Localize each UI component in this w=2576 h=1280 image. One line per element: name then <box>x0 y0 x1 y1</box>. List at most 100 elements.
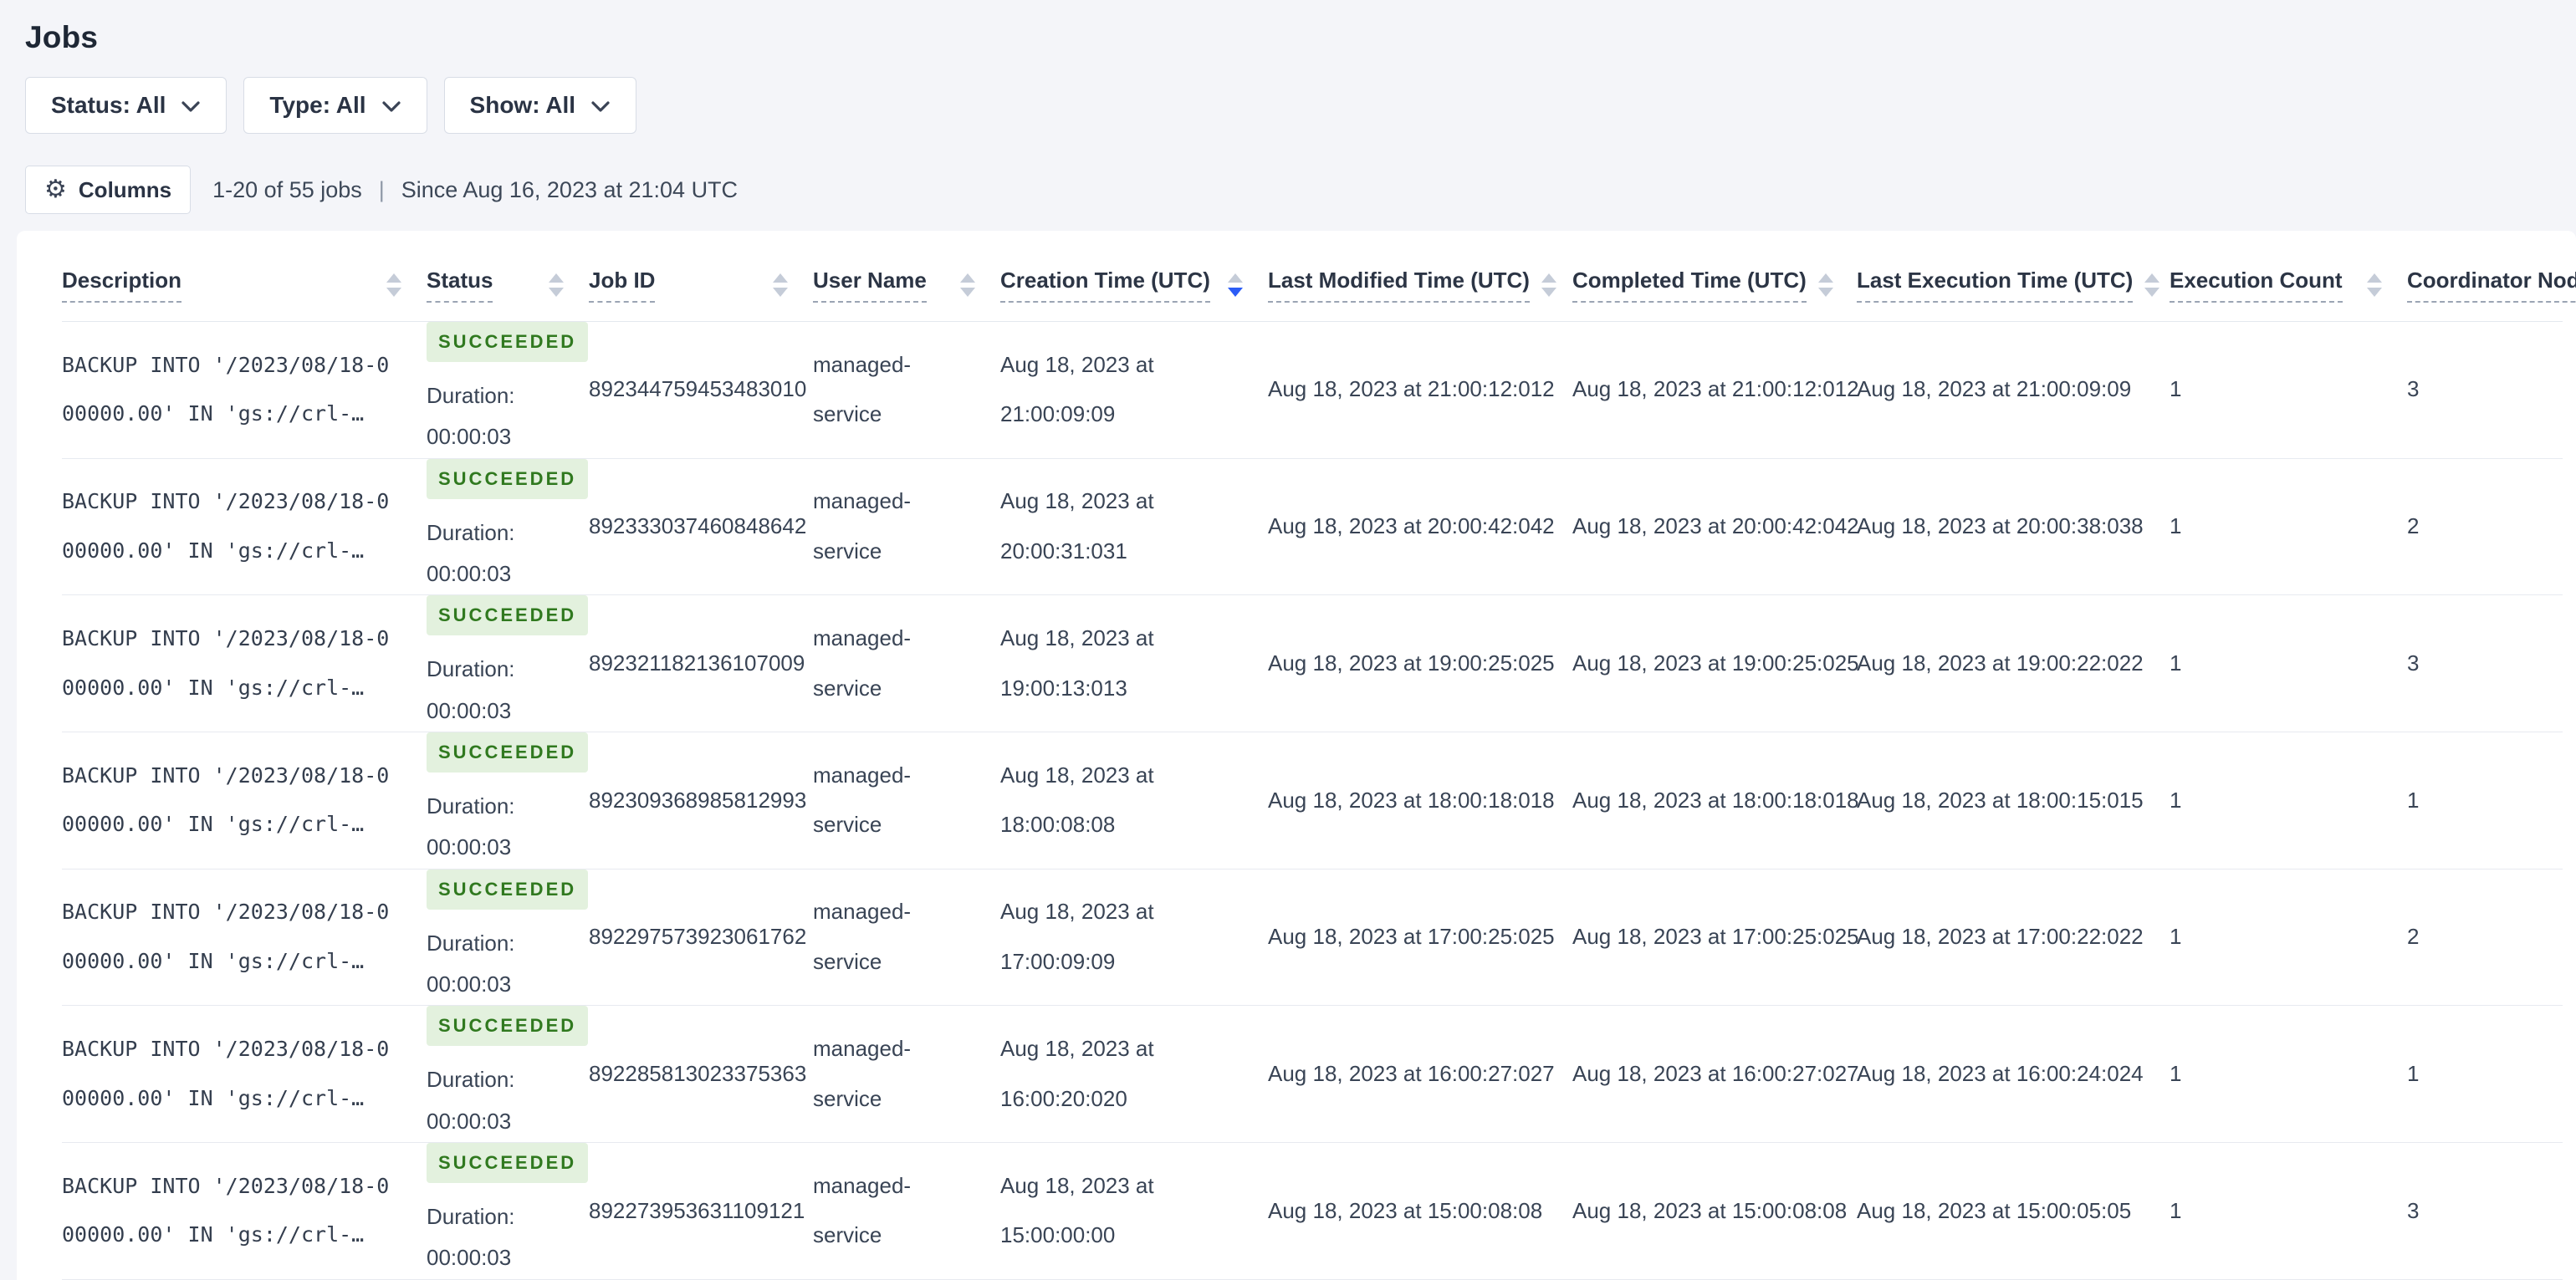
last-execution-time-cell: Aug 18, 2023 at 20:00:38:038 <box>1857 458 2170 596</box>
sort-asc-icon <box>2144 273 2160 283</box>
duration-label: Duration: <box>427 382 515 408</box>
creation-time-cell: Aug 18, 2023 at 18:00:08:08 <box>1000 732 1268 869</box>
job-description: BACKUP INTO '/2023/08/18-000000.00' IN '… <box>62 1036 390 1110</box>
table-row: BACKUP INTO '/2023/08/18-000000.00' IN '… <box>62 458 2563 596</box>
job-id-cell: 892333037460848642 <box>589 458 813 596</box>
sort-arrows-icon[interactable] <box>549 273 564 297</box>
user-name-cell: managed-service <box>813 1142 1000 1280</box>
table-row: BACKUP INTO '/2023/08/18-000000.00' IN '… <box>62 869 2563 1007</box>
status-badge: SUCCEEDED <box>427 1006 589 1047</box>
sort-arrows-icon[interactable] <box>960 273 975 297</box>
sort-desc-icon <box>549 288 564 297</box>
chevron-down-icon <box>181 101 201 112</box>
column-header-label[interactable]: Job ID <box>589 268 656 303</box>
execution-count-cell: 1 <box>2170 732 2407 869</box>
description-cell: BACKUP INTO '/2023/08/18-000000.00' IN '… <box>62 321 427 459</box>
jobs-count-text: 1-20 of 55 jobs <box>212 176 362 202</box>
chevron-down-icon <box>381 101 401 112</box>
sort-arrows-icon[interactable] <box>1228 273 1243 297</box>
coordinator-node-cell: 3 <box>2407 321 2563 459</box>
table-row: BACKUP INTO '/2023/08/18-000000.00' IN '… <box>62 1005 2563 1144</box>
creation-time-cell: Aug 18, 2023 at 19:00:13:013 <box>1000 594 1268 733</box>
sort-asc-icon <box>549 273 564 283</box>
sort-arrows-icon[interactable] <box>386 273 401 297</box>
column-header-label[interactable]: Status <box>427 268 493 303</box>
columns-button[interactable]: ⚙ Columns <box>25 166 192 214</box>
show-filter-button[interactable]: Show: All <box>443 77 637 134</box>
completed-time-cell: Aug 18, 2023 at 20:00:42:042 <box>1572 458 1859 596</box>
sort-arrows-icon[interactable] <box>2367 273 2382 297</box>
last-modified-time-cell: Aug 18, 2023 at 15:00:08:08 <box>1268 1142 1572 1280</box>
description-cell: BACKUP INTO '/2023/08/18-000000.00' IN '… <box>62 732 427 869</box>
status-cell: SUCCEEDED Duration: 00:00:03 <box>427 869 589 1007</box>
coordinator-node-cell: 1 <box>2407 732 2563 869</box>
duration-value: 00:00:03 <box>427 834 512 860</box>
toolbar: ⚙ Columns 1-20 of 55 jobs | Since Aug 16… <box>25 166 2576 214</box>
creation-time-cell: Aug 18, 2023 at 16:00:20:020 <box>1000 1005 1268 1144</box>
column-header-status: Status <box>427 239 589 322</box>
job-description: BACKUP INTO '/2023/08/18-000000.00' IN '… <box>62 352 390 426</box>
column-header-last-modified-time-utc: Last Modified Time (UTC) <box>1268 239 1572 322</box>
creation-time-cell: Aug 18, 2023 at 15:00:00:00 <box>1000 1142 1268 1280</box>
last-execution-time-cell: Aug 18, 2023 at 15:00:05:05 <box>1857 1142 2170 1280</box>
table-row: BACKUP INTO '/2023/08/18-000000.00' IN '… <box>62 594 2563 733</box>
table-header-row: Description Status Job ID User Name Creation… <box>62 239 2576 322</box>
coordinator-node-cell: 3 <box>2407 594 2563 733</box>
coordinator-node-cell: 2 <box>2407 458 2563 596</box>
coordinator-node-cell: 3 <box>2407 1142 2563 1280</box>
last-modified-time-cell: Aug 18, 2023 at 20:00:42:042 <box>1268 458 1572 596</box>
status-badge: SUCCEEDED <box>427 1143 589 1183</box>
status-badge: SUCCEEDED <box>427 458 589 499</box>
duration-value: 00:00:03 <box>427 424 512 450</box>
column-header-user-name: User Name <box>813 239 1000 322</box>
user-name-cell: managed-service <box>813 1005 1000 1144</box>
page-title: Jobs <box>25 20 99 54</box>
job-id-cell: 892321182136107009 <box>589 594 813 733</box>
table-row: BACKUP INTO '/2023/08/18-000000.00' IN '… <box>62 1142 2563 1280</box>
user-name-cell: managed-service <box>813 458 1000 596</box>
job-id-cell: 892273953631109121 <box>589 1142 813 1280</box>
sort-desc-icon <box>960 288 975 297</box>
column-header-label[interactable]: Last Modified Time (UTC) <box>1268 268 1530 303</box>
column-header-last-execution-time-utc: Last Execution Time (UTC) <box>1857 239 2170 322</box>
execution-count-cell: 1 <box>2170 594 2407 733</box>
last-execution-time-cell: Aug 18, 2023 at 19:00:22:022 <box>1857 594 2170 733</box>
creation-time-cell: Aug 18, 2023 at 20:00:31:031 <box>1000 458 1268 596</box>
column-header-job-id: Job ID <box>589 239 813 322</box>
sort-arrows-icon[interactable] <box>1817 273 1833 297</box>
status-cell: SUCCEEDED Duration: 00:00:03 <box>427 1142 589 1280</box>
sort-arrows-icon[interactable] <box>2144 273 2160 297</box>
sort-arrows-icon[interactable] <box>1541 273 1556 297</box>
column-header-label[interactable]: Last Execution Time (UTC) <box>1857 268 2134 303</box>
column-header-label[interactable]: Completed Time (UTC) <box>1572 268 1807 303</box>
status-filter-button[interactable]: Status: All <box>25 77 227 134</box>
status-cell: SUCCEEDED Duration: 00:00:03 <box>427 321 589 459</box>
completed-time-cell: Aug 18, 2023 at 16:00:27:027 <box>1572 1005 1859 1144</box>
duration-label: Duration: <box>427 1067 515 1093</box>
sort-desc-icon <box>386 288 401 297</box>
duration-label: Duration: <box>427 1203 515 1229</box>
column-header-label[interactable]: User Name <box>813 268 927 303</box>
column-header-label[interactable]: Creation Time (UTC) <box>1000 268 1210 303</box>
sort-desc-icon <box>2367 288 2382 297</box>
last-modified-time-cell: Aug 18, 2023 at 18:00:18:018 <box>1268 732 1572 869</box>
sort-asc-icon <box>960 273 975 283</box>
sort-desc-icon <box>1228 288 1243 297</box>
sort-asc-icon <box>386 273 401 283</box>
sort-arrows-icon[interactable] <box>773 273 788 297</box>
type-filter-button[interactable]: Type: All <box>243 77 427 134</box>
column-header-label[interactable]: Execution Count <box>2170 268 2343 303</box>
last-modified-time-cell: Aug 18, 2023 at 19:00:25:025 <box>1268 594 1572 733</box>
column-header-label[interactable]: Description <box>62 268 182 303</box>
table-row: BACKUP INTO '/2023/08/18-000000.00' IN '… <box>62 732 2563 869</box>
gear-icon: ⚙ <box>44 175 67 204</box>
last-modified-time-cell: Aug 18, 2023 at 16:00:27:027 <box>1268 1005 1572 1144</box>
last-modified-time-cell: Aug 18, 2023 at 17:00:25:025 <box>1268 869 1572 1007</box>
column-header-creation-time-utc: Creation Time (UTC) <box>1000 239 1268 322</box>
description-cell: BACKUP INTO '/2023/08/18-000000.00' IN '… <box>62 458 427 596</box>
completed-time-cell: Aug 18, 2023 at 18:00:18:018 <box>1572 732 1859 869</box>
user-name-cell: managed-service <box>813 732 1000 869</box>
column-header-label[interactable]: Coordinator Node <box>2407 268 2576 303</box>
job-description: BACKUP INTO '/2023/08/18-000000.00' IN '… <box>62 762 390 837</box>
execution-count-cell: 1 <box>2170 1142 2407 1280</box>
